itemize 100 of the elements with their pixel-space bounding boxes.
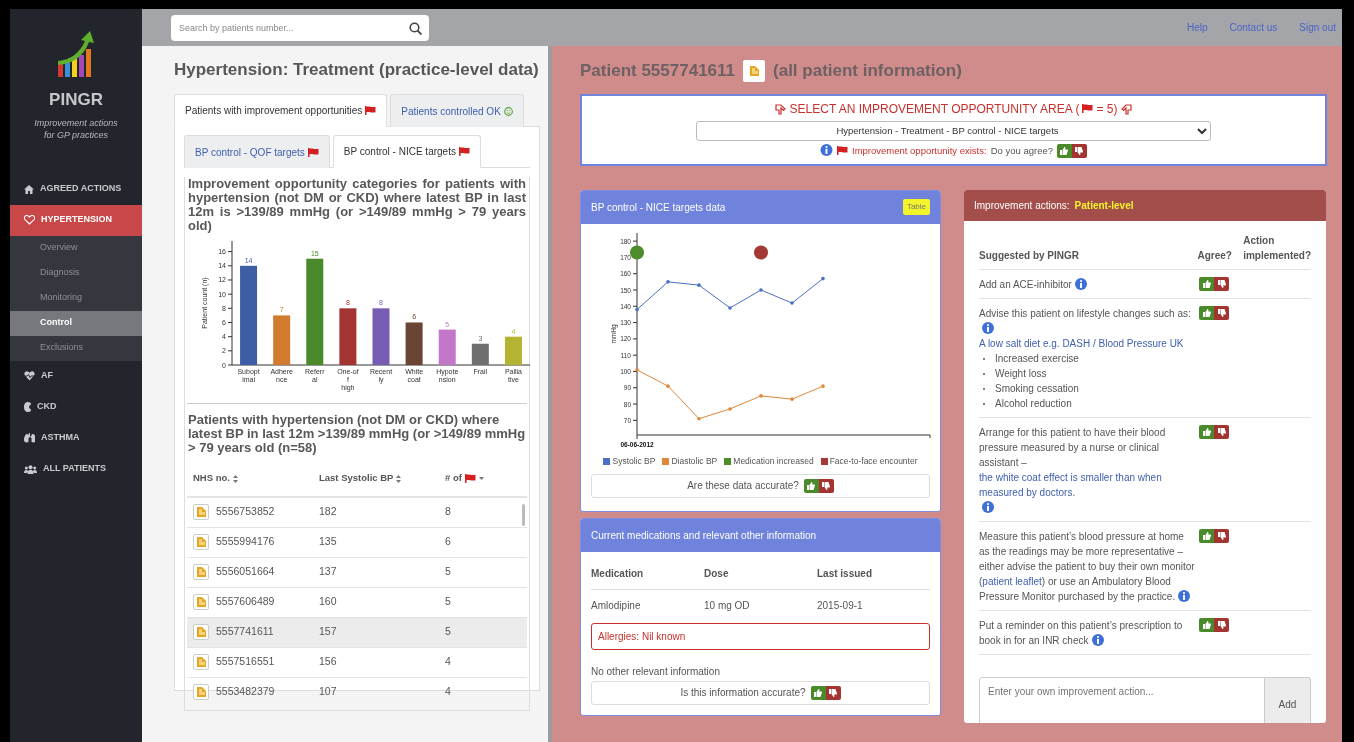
table-cell: 2015-09-1 xyxy=(817,599,863,611)
table-cell: 160 xyxy=(319,594,337,610)
heart-pulse-icon xyxy=(24,371,35,381)
document-button[interactable] xyxy=(193,654,209,671)
patient-subtitle: (all patient information) xyxy=(773,60,962,82)
table-button[interactable]: Table xyxy=(902,199,930,216)
info-icon[interactable] xyxy=(982,500,994,513)
sidebar-subitem[interactable]: Diagnosis xyxy=(10,260,142,286)
thumbs-up-button[interactable] xyxy=(1199,528,1214,543)
table-cell: 5557741611 xyxy=(216,624,274,640)
sidebar-item[interactable]: AGREED ACTIONS xyxy=(10,173,142,205)
sidebar-subitem[interactable]: Exclusions xyxy=(10,335,142,361)
bar xyxy=(372,308,390,366)
tab[interactable]: Patients controlled OK xyxy=(390,94,524,128)
thumbs-up-icon xyxy=(1202,620,1211,629)
info-icon[interactable] xyxy=(820,144,833,158)
sidebar-subitem[interactable]: Overview xyxy=(10,235,142,261)
thumbs-up-button[interactable] xyxy=(1199,276,1214,291)
document-button[interactable] xyxy=(193,594,209,611)
thumbs-down-icon xyxy=(1217,279,1226,288)
document-icon xyxy=(196,687,206,698)
action-text: Put a reminder on this patient’s prescription to book in for an INR check xyxy=(979,618,1184,648)
info-icon[interactable] xyxy=(982,321,994,334)
thumbs-up-button[interactable] xyxy=(803,478,819,493)
flag-icon xyxy=(365,106,377,116)
column-header[interactable]: Last Systolic BP xyxy=(319,471,445,486)
info-icon[interactable] xyxy=(1091,633,1104,646)
document-button[interactable] xyxy=(193,624,209,641)
info-icon[interactable] xyxy=(1178,589,1191,602)
table-row[interactable]: 5556753852 182 8 xyxy=(187,497,527,528)
thumbs-up-button[interactable] xyxy=(1199,424,1214,439)
sidebar-item[interactable]: HYPERTENSION xyxy=(10,204,142,236)
table-cell: 5555994176 xyxy=(216,534,275,550)
search-field[interactable]: Search by patients number... xyxy=(171,14,429,41)
table-cell: 4 xyxy=(445,654,451,670)
table-row[interactable]: 5553482379 107 4 xyxy=(187,677,527,706)
thumbs-up-button[interactable] xyxy=(810,685,826,700)
document-button[interactable] xyxy=(193,504,209,521)
question-text: Are these data accurate? xyxy=(687,479,799,493)
pointing-hand-icon xyxy=(1120,102,1134,115)
thumbs-up-button[interactable] xyxy=(1199,617,1214,632)
list-item: Weight loss xyxy=(995,366,1047,381)
thumbs-up-button[interactable] xyxy=(1199,305,1214,320)
document-icon xyxy=(749,65,759,76)
table-cell: 182 xyxy=(319,504,337,520)
link[interactable]: patient leaflet xyxy=(982,573,1042,589)
column-header: Suggested by PINGR xyxy=(979,249,1079,261)
sidebar-subitem[interactable]: Control xyxy=(10,310,142,336)
thumbs-up-button[interactable] xyxy=(1057,143,1072,158)
column-header: Agree? xyxy=(1197,249,1232,261)
table-row[interactable]: 5555994176 135 6 xyxy=(187,527,527,558)
column-header[interactable]: NHS no. xyxy=(193,471,319,486)
table-row[interactable]: 5557741611 157 5 xyxy=(187,617,527,648)
sidebar-subitem[interactable]: Monitoring xyxy=(10,285,142,311)
tab[interactable]: BP control - NICE targets xyxy=(332,135,481,169)
scrollbar[interactable] xyxy=(522,503,525,526)
search-icon[interactable] xyxy=(409,21,422,35)
document-icon xyxy=(196,537,206,548)
thumbs-down-button[interactable] xyxy=(1214,276,1229,291)
document-icon xyxy=(196,597,206,608)
document-button[interactable] xyxy=(193,534,209,551)
data-point xyxy=(728,406,732,411)
action-input[interactable]: Enter your own improvement action... xyxy=(979,676,1265,723)
bar-chart-arrow-icon xyxy=(56,31,96,77)
table-cell: 5553482379 xyxy=(216,684,275,700)
thumbs-down-button[interactable] xyxy=(1214,424,1229,439)
sidebar-item[interactable]: AF xyxy=(10,360,142,392)
table-row[interactable]: 5557606489 160 5 xyxy=(187,587,527,618)
link[interactable]: A low salt diet e.g. DASH / Blood Pressure UK xyxy=(979,335,1184,351)
table-row[interactable]: 5557516551 156 4 xyxy=(187,647,527,678)
chart-title: Improvement opportunity categories for patients with hypertension (not DM or CKD) where latest BP in last 12m is >139/89 mmHg (or >149/89 mmHg > 79 years old) xyxy=(188,177,526,234)
table-cell: 107 xyxy=(319,684,337,700)
tab[interactable]: BP control - QOF targets xyxy=(184,135,330,169)
table-cell: 4 xyxy=(445,684,451,700)
list-item: Increased exercise xyxy=(995,351,1079,366)
list-item: Alcohol reduction xyxy=(995,396,1072,411)
thumbs-down-icon xyxy=(1217,308,1226,317)
document-button[interactable] xyxy=(193,564,209,581)
tab[interactable]: Patients with improvement opportunities xyxy=(174,94,388,128)
thumbs-down-button[interactable] xyxy=(1214,528,1229,543)
sidebar-item[interactable]: ASTHMA xyxy=(10,422,142,454)
thumbs-down-icon xyxy=(829,688,838,697)
document-button[interactable] xyxy=(743,59,765,82)
link[interactable]: the white coat effect is smaller than when measured by doctors. xyxy=(979,469,1195,500)
data-point xyxy=(728,305,732,310)
table-cell: 5 xyxy=(445,594,451,610)
column-header[interactable]: # of xyxy=(445,471,521,486)
info-icon[interactable] xyxy=(1074,277,1087,290)
sidebar-item[interactable]: ALL PATIENTS xyxy=(10,453,142,485)
thumbs-down-button[interactable] xyxy=(1214,305,1229,320)
thumbs-down-button[interactable] xyxy=(1214,617,1229,632)
thumbs-up-icon xyxy=(814,688,823,697)
table-row[interactable]: 5556051664 137 5 xyxy=(187,557,527,588)
table-cell: 5556753852 xyxy=(216,504,275,520)
opportunity-heading: SELECT AN IMPROVEMENT OPPORTUNITY AREA ( xyxy=(789,100,1080,118)
add-button[interactable]: Add xyxy=(1265,676,1311,723)
dropdown-field[interactable]: Hypertension - Treatment - BP control - NICE targets xyxy=(696,120,1211,141)
document-button[interactable] xyxy=(193,684,209,701)
sidebar-item[interactable]: CKD xyxy=(10,391,142,423)
table-title: Patients with hypertension (not DM or CKD) where latest BP in last 12m >139/89 mmHg (or >149/89 mmHg > 79 years old (n=58) xyxy=(188,413,526,456)
